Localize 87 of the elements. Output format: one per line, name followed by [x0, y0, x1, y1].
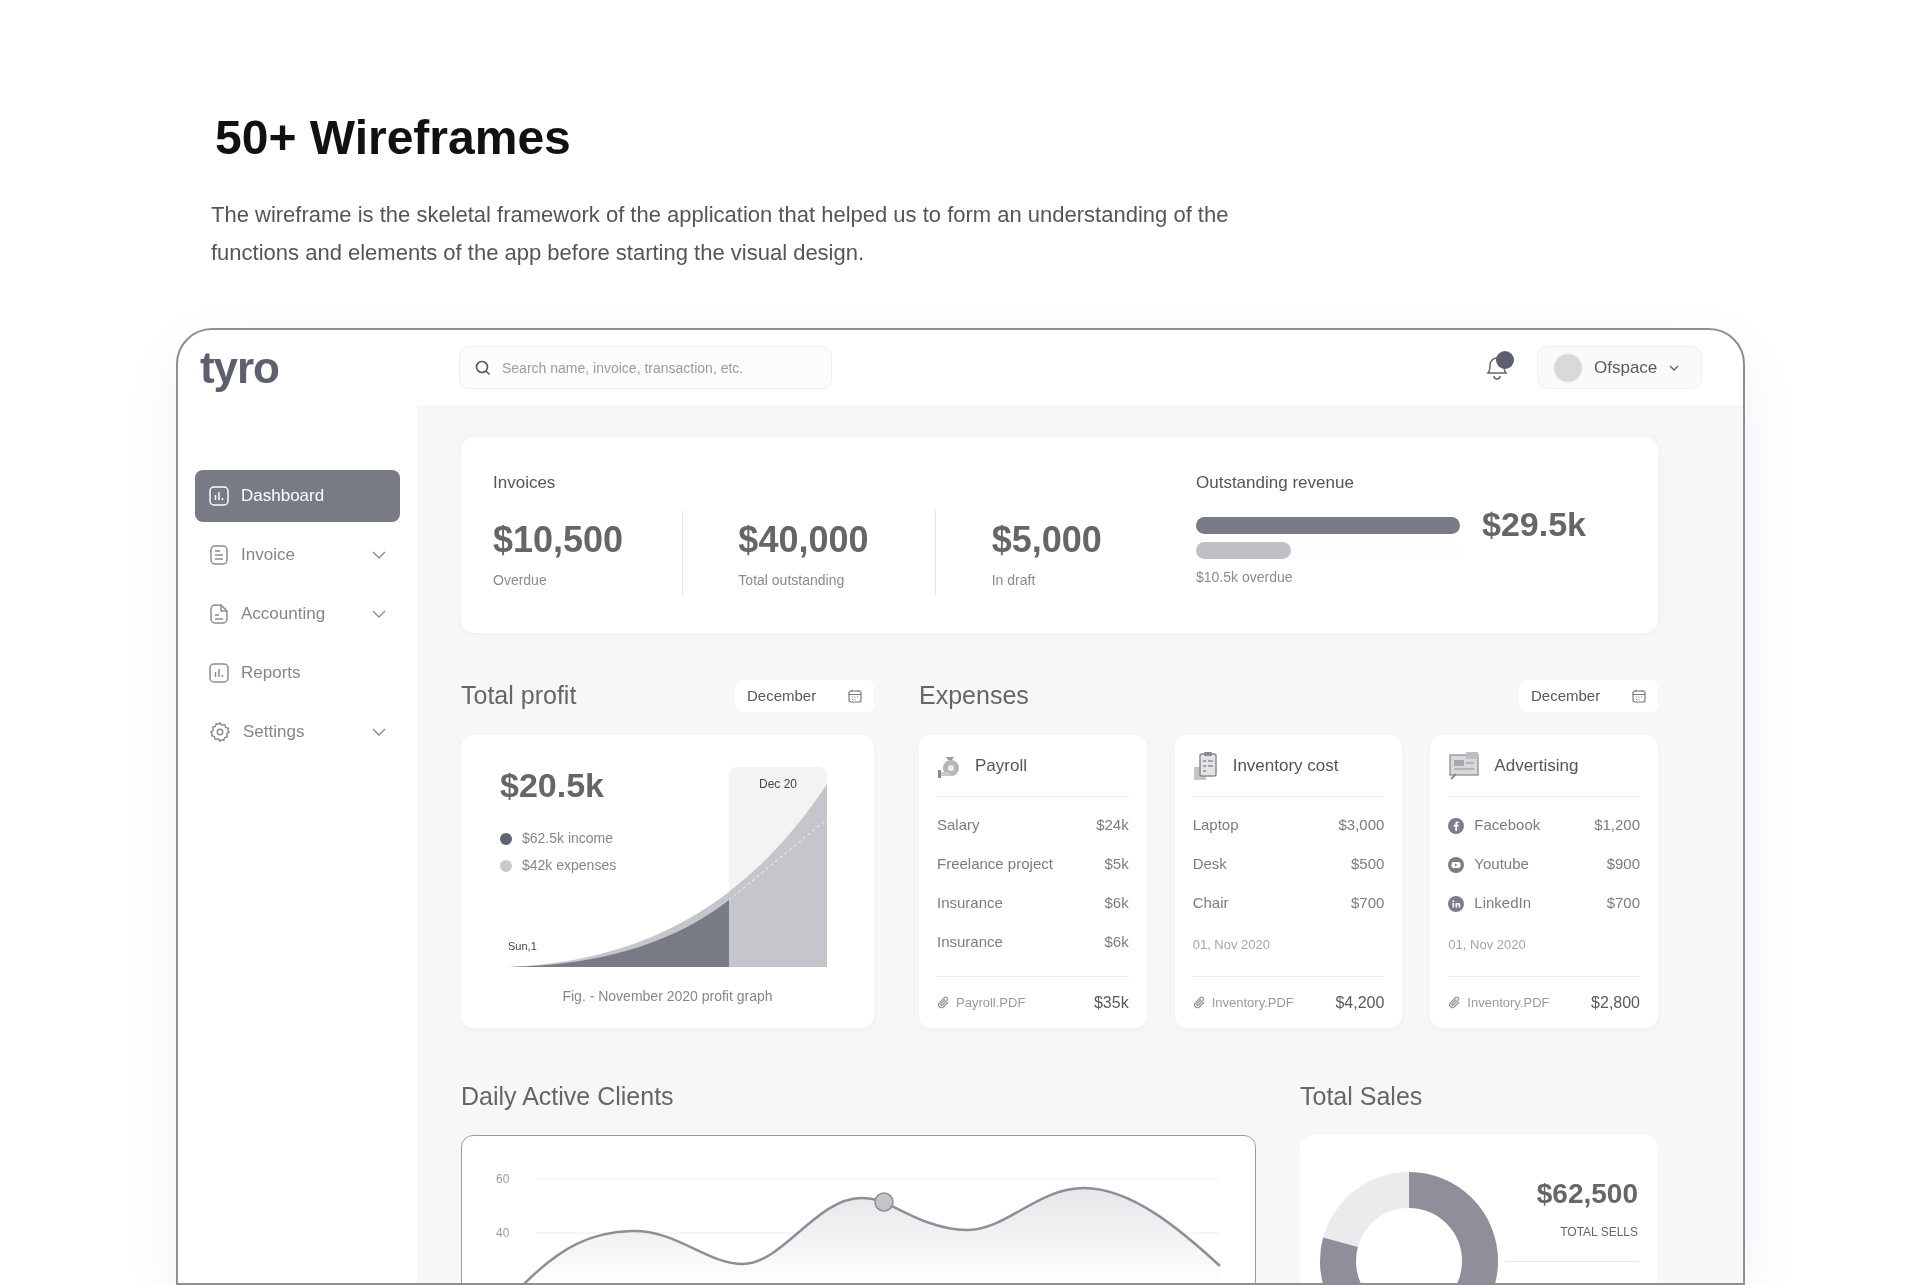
expense-amount: $700 [1606, 893, 1640, 914]
document-icon [209, 545, 229, 565]
highlight-label: Dec 20 [758, 776, 798, 793]
legend-label: $62.5k income [522, 829, 614, 848]
calendar-icon [1632, 689, 1646, 703]
section-title: Total Sales [1300, 1082, 1424, 1110]
settings-icon [209, 721, 231, 743]
paperclip-icon [1192, 996, 1206, 1009]
calendar-icon [848, 689, 862, 703]
expense-title: Payroll [975, 754, 1027, 777]
expense-label: Youtube [1474, 854, 1529, 875]
sales-amount: $62,500 [1536, 1177, 1638, 1211]
bar-chart-icon [209, 486, 229, 506]
axis-tick-label: 40 [496, 1226, 510, 1240]
expense-label: Insurance [937, 932, 1003, 953]
expense-amount: $5k [1104, 854, 1129, 875]
facebook-icon [1448, 817, 1465, 834]
expense-label: Freelance project [937, 854, 1053, 875]
expense-amount: $1,200 [1594, 815, 1640, 836]
avatar [1554, 353, 1582, 382]
chevron-down-icon [372, 610, 386, 618]
bar-chart-icon [209, 663, 229, 683]
stat-value: $5,000 [991, 518, 1103, 562]
linkedin-icon [1448, 895, 1465, 912]
expense-label: LinkedIn [1474, 893, 1532, 914]
expense-amount: $6k [1104, 893, 1129, 914]
expense-date: 01, Nov 2020 [1192, 936, 1270, 955]
paperclip-icon [937, 996, 950, 1009]
sidebar-item[interactable]: Invoice [195, 529, 400, 581]
overdue-note: $10.5k overdue [1196, 567, 1294, 587]
expense-amount: $3,000 [1338, 815, 1385, 836]
expense-title: Advertising [1494, 754, 1579, 777]
expense-label: Insurance [937, 893, 1003, 914]
logo: tyro [200, 342, 279, 392]
stat-value: $40,000 [738, 518, 870, 562]
paperclip-icon [1448, 996, 1462, 1009]
axis-label: Sun,1 [508, 939, 537, 954]
legend-label: $42k expenses [522, 856, 617, 875]
sidebar-item[interactable]: Accounting [195, 588, 400, 640]
sales-label: TOTAL SELLS [1560, 1224, 1638, 1241]
expense-total: $2,800 [1591, 992, 1640, 1013]
expense-label: Facebook [1474, 815, 1541, 836]
card-title: Outstanding revenue [1196, 472, 1355, 494]
stat-label: Overdue [493, 571, 548, 590]
attachment-link[interactable]: Inventory.PDF [1211, 992, 1294, 1013]
section-title: Daily Active Clients [461, 1082, 675, 1110]
card-title: Invoices [493, 472, 557, 494]
file-icon [209, 604, 229, 624]
expense-amount: $24k [1096, 815, 1129, 836]
sidebar-item[interactable]: Settings [195, 706, 400, 758]
expense-amount: $700 [1350, 893, 1385, 914]
month-dropdown[interactable]: December [1519, 680, 1658, 712]
expense-amount: $500 [1350, 854, 1385, 875]
month-dropdown[interactable]: December [735, 680, 874, 712]
chevron-down-icon [372, 551, 386, 559]
profit-amount: $20.5k [500, 765, 604, 806]
attachment-link[interactable]: Inventory.PDF [1467, 992, 1550, 1013]
page-description: The wireframe is the skeletal framework of the application that helped us to form an understanding of the functions and elements of the app before starting the visual design. [211, 201, 1230, 267]
expense-label: Salary [937, 815, 980, 836]
sidebar-item[interactable]: Dashboard [195, 470, 400, 522]
chart-caption: Fig. - November 2020 profit graph [561, 987, 774, 1006]
chevron-down-icon [372, 728, 386, 736]
page-title: 50+ Wireframes [214, 112, 571, 164]
expense-label: Desk [1192, 854, 1227, 875]
account-button[interactable]: Ofspace [1537, 346, 1702, 389]
expense-total: $35k [1093, 992, 1129, 1013]
expense-date: 01, Nov 2020 [1448, 936, 1526, 955]
search-icon [475, 360, 491, 376]
expense-label: Chair [1192, 893, 1229, 914]
stat-label: Total outstanding [738, 571, 846, 590]
expense-label: Laptop [1192, 815, 1239, 836]
sidebar-item[interactable]: Reports [195, 647, 400, 699]
stat-label: In draft [991, 571, 1037, 590]
expense-total: $4,200 [1335, 992, 1385, 1013]
section-title: Expenses [919, 680, 1029, 712]
expense-amount: $6k [1104, 932, 1129, 953]
chevron-down-icon [1669, 364, 1680, 371]
search-field[interactable]: Search name, invoice, transaction, etc. [459, 346, 832, 389]
revenue-amount: $29.5k [1482, 506, 1586, 541]
expense-title: Inventory cost [1232, 754, 1339, 777]
stat-value: $10,500 [493, 518, 625, 562]
expense-amount: $900 [1606, 854, 1640, 875]
video-play-icon [1448, 856, 1465, 873]
account-name: Ofspace [1594, 356, 1658, 379]
section-title: Total profit [461, 680, 577, 712]
axis-tick-label: 60 [496, 1172, 510, 1186]
attachment-link[interactable]: Payroll.PDF [956, 992, 1026, 1013]
